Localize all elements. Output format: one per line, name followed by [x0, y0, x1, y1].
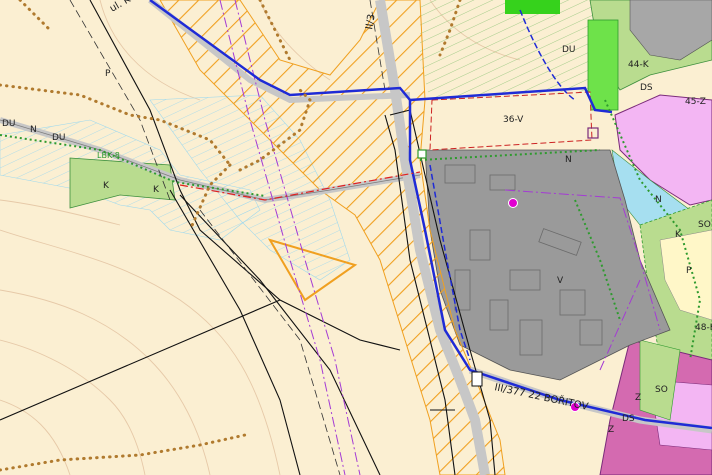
label-lbk: LBK 8: [97, 151, 120, 160]
label-du-top: DU: [562, 45, 576, 55]
label-n-mid: N: [565, 155, 572, 165]
label-n-right: N: [655, 195, 662, 205]
label-p-right: P: [686, 266, 692, 276]
green-hatch-zone-top: [420, 0, 610, 100]
label-du-1: DU: [2, 119, 16, 129]
label-z-1: Z: [635, 393, 641, 403]
zoning-map[interactable]: DU N DU LBK 8 K K P ul. KUNSTÁT II/3 DU …: [0, 0, 712, 475]
label-44-k: 44-K: [628, 60, 650, 70]
label-48-k: 48-K: [695, 323, 712, 333]
symbol-square-3: [417, 149, 427, 159]
label-ds-1: DS: [640, 83, 653, 93]
label-v-mid: V: [557, 276, 564, 286]
label-ds-2: DS: [622, 414, 635, 424]
label-so-2: SO: [655, 385, 668, 395]
label-n-1: N: [30, 125, 37, 135]
bright-green-block: [505, 0, 560, 14]
label-p-1: P: [105, 69, 111, 79]
marker-dot-1[interactable]: [508, 198, 518, 208]
bright-green-strip: [587, 19, 619, 111]
label-du-2: DU: [52, 133, 66, 143]
label-45-z: 45-Z: [685, 97, 706, 107]
label-z-2: Z: [608, 425, 614, 435]
symbol-square-2: [471, 371, 483, 387]
label-36-v: 36-V: [503, 115, 524, 125]
label-so-1: SO: [698, 220, 711, 230]
